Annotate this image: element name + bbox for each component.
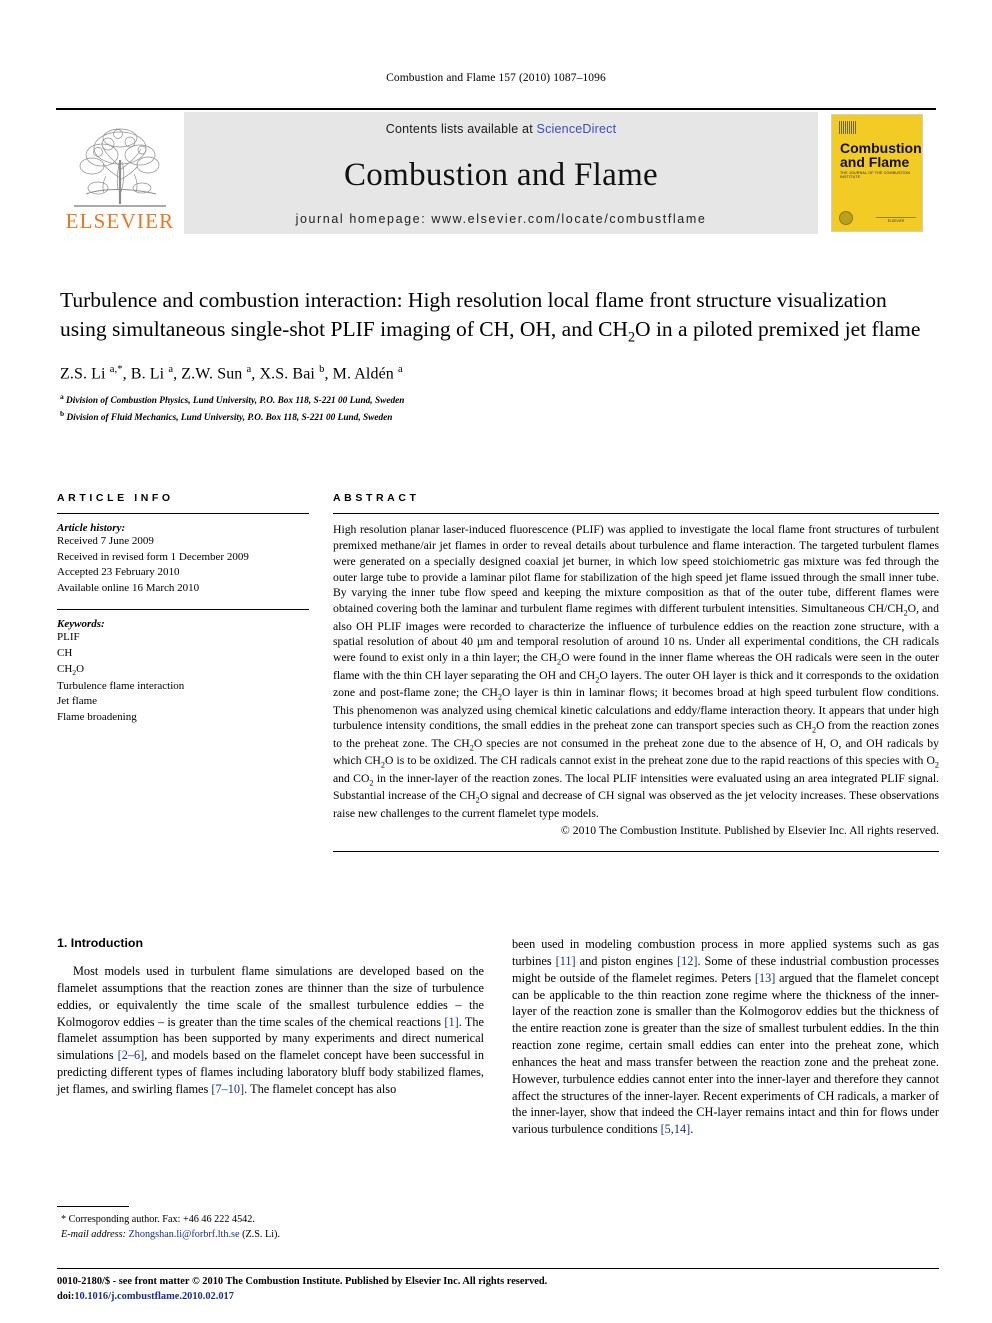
- author-list: Z.S. Li a,*, B. Li a, Z.W. Sun a, X.S. B…: [60, 363, 403, 383]
- doi-line: doi:10.1016/j.combustflame.2010.02.017: [57, 1290, 939, 1305]
- elsevier-tree-icon: [74, 128, 166, 207]
- email-note: E-mail address: Zhongshan.li@forbrf.lth.…: [57, 1228, 484, 1243]
- citation-ref[interactable]: [11]: [556, 954, 576, 968]
- keywords-label: Keywords:: [57, 618, 105, 631]
- institute-seal-icon: [839, 211, 853, 225]
- abstract-divider-top: [333, 513, 939, 514]
- journal-masthead: ELSEVIER Contents lists available at Sci…: [56, 108, 936, 234]
- abstract-heading: ABSTRACT: [333, 492, 420, 504]
- keyword-item: CH: [57, 647, 73, 660]
- citation-ref[interactable]: [2–6]: [118, 1048, 145, 1062]
- elsevier-wordmark: ELSEVIER: [65, 209, 175, 233]
- affiliation-b-text: Division of Fluid Mechanics, Lund Univer…: [66, 412, 393, 423]
- cover-title-line2: and Flame: [840, 154, 910, 170]
- keyword-item: Turbulence flame interaction: [57, 679, 185, 692]
- body-column-left: 1. Introduction Most models used in turb…: [57, 936, 484, 1138]
- citation-ref[interactable]: [13]: [755, 971, 776, 985]
- issn-copyright-line: 0010-2180/$ - see front matter © 2010 Th…: [57, 1276, 548, 1287]
- citation-ref[interactable]: [12]: [677, 954, 698, 968]
- history-item: Received in revised form 1 December 2009: [57, 550, 249, 563]
- citation-ref[interactable]: [1]: [444, 1015, 458, 1029]
- journal-cover-thumbnail: Combustion and Flame THE JOURNAL OF THE …: [818, 112, 936, 234]
- section-heading-introduction: 1. Introduction: [57, 936, 144, 950]
- sciencedirect-link[interactable]: ScienceDirect: [537, 122, 617, 136]
- journal-title: Combustion and Flame: [344, 156, 658, 193]
- email-suffix: (Z.S. Li).: [242, 1228, 280, 1240]
- doi-link[interactable]: 10.1016/j.combustflame.2010.02.017: [74, 1291, 234, 1302]
- footer-divider: [57, 1268, 939, 1269]
- info-abstract-region: ARTICLE INFO Article history: Received 7…: [57, 492, 940, 853]
- affiliation-a: a Division of Combustion Physics, Lund U…: [60, 392, 405, 407]
- title-subscript: 2: [627, 328, 636, 345]
- page-title: Turbulence and combustion interaction: H…: [60, 286, 938, 347]
- title-part-2: O in a piloted premixed jet flame: [635, 316, 921, 341]
- body-column-right: been used in modeling combustion process…: [512, 936, 939, 1138]
- footnote-block: * Corresponding author. Fax: +46 46 222 …: [57, 1206, 484, 1243]
- history-item: Accepted 23 February 2010: [57, 566, 180, 579]
- article-info-heading: ARTICLE INFO: [57, 492, 174, 504]
- article-history-label: Article history:: [57, 522, 126, 534]
- abstract-divider-bottom: [333, 851, 939, 853]
- email-label: E-mail address:: [61, 1228, 126, 1240]
- barcode-icon: [839, 121, 856, 134]
- body-columns: 1. Introduction Most models used in turb…: [57, 936, 939, 1138]
- info-divider-top: [57, 513, 309, 514]
- journal-homepage-url[interactable]: journal homepage: www.elsevier.com/locat…: [296, 212, 707, 226]
- intro-paragraph-left: Most models used in turbulent flame simu…: [57, 964, 484, 1096]
- citation-ref[interactable]: [5,14]: [661, 1122, 691, 1136]
- footnote-divider: [57, 1206, 129, 1207]
- article-info-column: ARTICLE INFO Article history: Received 7…: [57, 492, 309, 852]
- email-link[interactable]: Zhongshan.li@forbrf.lth.se: [129, 1229, 240, 1240]
- abstract-column: ABSTRACT High resolution planar laser-in…: [333, 492, 940, 853]
- cover-publisher-mark: ELSEVIER: [876, 216, 916, 224]
- contents-prefix: Contents lists available at: [385, 122, 537, 136]
- affiliation-b: b Division of Fluid Mechanics, Lund Univ…: [60, 408, 393, 423]
- history-item: Received 7 June 2009: [57, 535, 154, 547]
- paper-page: Combustion and Flame 157 (2010) 1087–109…: [0, 0, 992, 1323]
- page-footer: 0010-2180/$ - see front matter © 2010 Th…: [57, 1268, 939, 1305]
- keyword-item: CH2O: [57, 662, 85, 677]
- doi-label: doi:: [57, 1290, 75, 1302]
- title-block: Turbulence and combustion interaction: H…: [60, 286, 938, 425]
- masthead-center: Contents lists available at ScienceDirec…: [184, 112, 818, 234]
- keyword-item: Jet flame: [57, 695, 98, 708]
- cover-image: Combustion and Flame THE JOURNAL OF THE …: [831, 114, 923, 232]
- affiliation-a-text: Division of Combustion Physics, Lund Uni…: [66, 396, 405, 407]
- intro-paragraph-right: been used in modeling combustion process…: [512, 937, 939, 1137]
- cover-subtitle: THE JOURNAL OF THE COMBUSTION INSTITUTE: [840, 171, 911, 179]
- keyword-item: PLIF: [57, 631, 80, 644]
- citation-ref[interactable]: [7–10]: [211, 1082, 244, 1096]
- abstract-text: High resolution planar laser-induced flu…: [333, 523, 940, 820]
- info-divider-mid: [57, 609, 309, 611]
- affiliations: a Division of Combustion Physics, Lund U…: [60, 392, 938, 425]
- history-item: Available online 16 March 2010: [57, 581, 200, 594]
- abstract-copyright: © 2010 The Combustion Institute. Publish…: [560, 824, 939, 838]
- elsevier-logo: ELSEVIER: [56, 112, 184, 234]
- running-head: Combustion and Flame 157 (2010) 1087–109…: [386, 72, 606, 84]
- contents-available-line: Contents lists available at ScienceDirec…: [386, 122, 617, 136]
- corresponding-author-note: * Corresponding author. Fax: +46 46 222 …: [61, 1214, 255, 1225]
- keyword-item: Flame broadening: [57, 711, 137, 723]
